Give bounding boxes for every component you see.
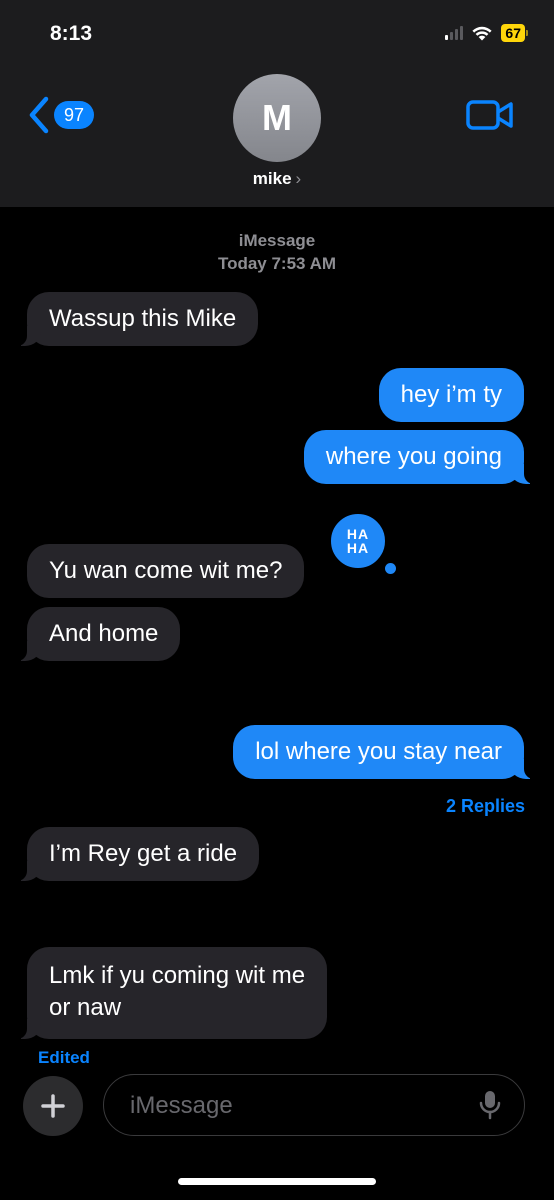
contact-name-button[interactable]: mike › [0,169,554,189]
back-button[interactable]: 97 [28,96,95,134]
facetime-video-button[interactable] [466,100,514,135]
status-icons: 67 [445,24,528,42]
message-bubble-incoming[interactable]: I’m Rey get a ride [16,827,260,881]
message-bubble-outgoing[interactable]: hey i’m ty [378,368,524,422]
message-bubble-incoming[interactable]: And home [16,607,181,661]
tapback-text: HA [346,540,370,556]
message-input-container [103,1074,525,1136]
conversation-header: 8:13 67 97 M mike › [0,0,554,207]
home-indicator[interactable] [178,1178,376,1185]
service-label: iMessage [238,231,316,250]
message-bubble-outgoing[interactable]: lol where you stay near [233,725,534,779]
plus-icon [41,1094,65,1118]
apps-plus-button[interactable] [23,1076,83,1136]
microphone-icon [479,1091,501,1120]
message-bubble-incoming[interactable]: Yu wan come wit me? [27,544,305,598]
contact-name: mike [252,169,292,188]
message-text: or naw [49,994,122,1021]
haha-tapback-icon[interactable]: HA HA [328,511,388,571]
status-time: 8:13 [50,22,93,45]
avatar[interactable]: M [233,74,321,162]
chevron-left-icon [29,96,49,134]
battery-level: 67 [501,24,525,42]
dictation-button[interactable] [478,1089,502,1126]
wifi-icon [472,26,493,41]
message-text: Yu wan come wit me? [49,557,283,584]
message-bubble-incoming[interactable]: Lmk if yu coming wit me or naw [16,947,328,1039]
message-text: Lmk if yu coming wit me [49,962,306,989]
message-text: hey i’m ty [400,381,502,408]
message-bubble-incoming[interactable]: Wassup this Mike [16,292,259,346]
tapback-dot [385,563,396,574]
message-text: Wassup this Mike [49,305,237,332]
message-bubble-outgoing[interactable]: where you going [303,430,535,484]
edited-label[interactable]: Edited [38,1048,90,1068]
video-camera-icon [466,100,513,130]
tapback-text: HA [346,526,370,542]
message-text: And home [49,620,159,647]
unread-count-badge: 97 [54,101,95,129]
thread-timestamp: Today 7:53 AM [217,254,337,273]
chevron-right-icon: › [295,169,302,188]
message-text: I’m Rey get a ride [49,840,238,867]
message-text: lol where you stay near [255,738,502,765]
replies-link[interactable]: 2 Replies [446,796,525,817]
message-text: where you going [325,443,502,470]
cellular-signal-icon [445,26,464,40]
message-input[interactable] [128,1075,462,1136]
battery-icon: 67 [501,24,528,42]
